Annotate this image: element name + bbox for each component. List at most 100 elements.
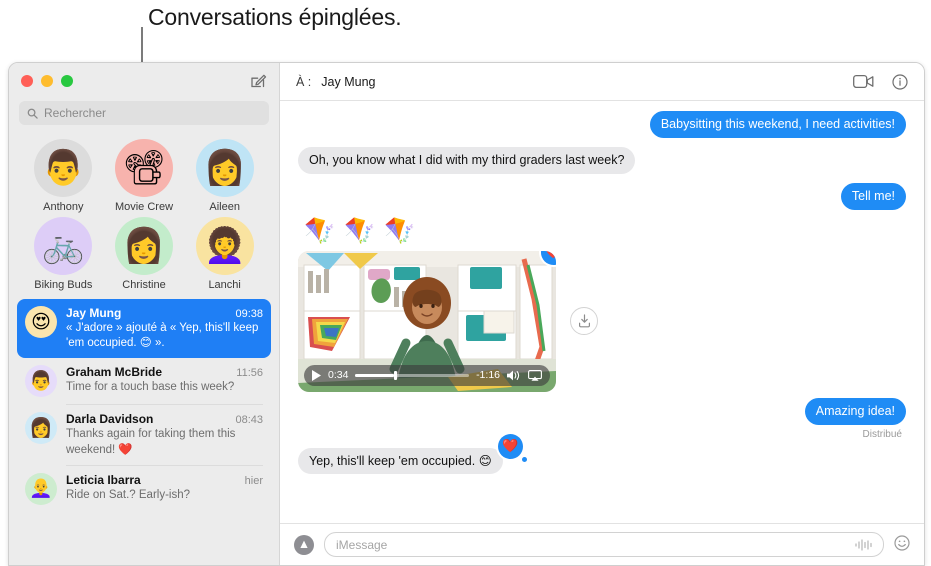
video-scrubber[interactable] xyxy=(355,370,470,380)
pinned-conversation-christine[interactable]: 👩 Christine xyxy=(104,217,185,291)
conversation-timestamp: hier xyxy=(244,474,263,487)
compose-pencil-icon[interactable] xyxy=(249,72,267,90)
message-row: Amazing idea! xyxy=(298,397,911,425)
app-store-icon[interactable] xyxy=(294,534,314,555)
conversation-header-line: Leticia Ibarra hier xyxy=(66,473,263,487)
conversation-preview: Ride on Sat.? Early-ish? xyxy=(66,488,191,501)
conversation-name: Graham McBride xyxy=(66,365,163,380)
message-bubble-outgoing[interactable]: Babysitting this weekend, I need activit… xyxy=(649,111,911,138)
pinned-conversation-anthony[interactable]: 👨 Anthony xyxy=(23,139,104,213)
avatar: 👩 xyxy=(195,139,254,197)
conversation-body: Darla Davidson 08:43 Thanks again for taki… xyxy=(66,412,263,457)
conversation-timestamp: 11:56 xyxy=(236,367,263,380)
avatar: 👨 xyxy=(25,365,57,398)
message-row: Babysitting this weekend, I need activit… xyxy=(298,111,911,138)
kite-emoji-message: 🪁🪁🪁 xyxy=(304,216,425,245)
delivered-status: Distribué xyxy=(862,428,902,440)
thread-body: Babysitting this weekend, I need activit… xyxy=(280,101,924,523)
reply-message-row: Yep, this'll keep 'em occupied. 😊 ❤️ xyxy=(294,433,906,475)
message-bubble-outgoing[interactable]: Tell me! xyxy=(840,182,911,210)
conversation-preview: Time for a touch base this week? xyxy=(66,381,235,394)
messages-window: Rechercher 👨 Anthony 📽 Movie Crew 👩 Aileen 🚲 Bi… xyxy=(8,62,925,566)
messages-bottom-group: Amazing idea! xyxy=(298,397,911,425)
search-icon xyxy=(27,108,38,119)
conversation-timestamp: 08:43 xyxy=(235,414,263,427)
conversation-name: Jay Mung xyxy=(66,306,122,320)
message-bubble-incoming[interactable]: Oh, you know what I did with my third gr… xyxy=(293,146,636,174)
avatar: 👩‍🦲 xyxy=(25,472,57,505)
conversation-timestamp: 09:38 xyxy=(235,308,263,320)
conversation-preview: Thanks again for taking them this weeken… xyxy=(66,428,236,456)
thread-header: À : Jay Mung xyxy=(280,63,924,101)
audio-waveform-icon[interactable] xyxy=(855,538,872,551)
window-titlebar xyxy=(9,63,279,99)
conversation-header-line: Jay Mung 09:38 xyxy=(66,306,263,320)
minimize-window-button[interactable] xyxy=(41,75,53,87)
header-actions xyxy=(853,73,908,90)
avatar: 👩‍🦱 xyxy=(195,217,254,275)
play-icon[interactable] xyxy=(312,369,321,381)
facetime-video-icon[interactable] xyxy=(853,74,874,89)
pinned-conversation-aileen[interactable]: 👩 Aileen xyxy=(184,139,265,213)
pinned-conversation-label: Christine xyxy=(122,279,166,291)
video-controls[interactable]: 0:34 -1:16 xyxy=(304,364,550,386)
pinned-conversation-biking-buds[interactable]: 🚲 Biking Buds xyxy=(23,217,104,291)
imessage-placeholder: iMessage xyxy=(336,537,388,552)
conversation-name: Leticia Ibarra xyxy=(66,472,141,487)
conversation-list: 😍 Jay Mung 09:38 « J'adore » ajouté à « Yep… xyxy=(9,295,279,565)
recipient-name[interactable]: Jay Mung xyxy=(321,75,375,89)
video-remaining-time: -1:16 xyxy=(476,369,500,382)
conversation-header-line: Graham McBride 11:56 xyxy=(66,365,263,379)
imessage-input[interactable]: iMessage xyxy=(324,532,884,557)
thread-pane: À : Jay Mung Babysitting this weekend, I… xyxy=(280,63,924,565)
conversation-header-line: Darla Davidson 08:43 xyxy=(66,412,263,426)
message-row: Oh, you know what I did with my third gr… xyxy=(293,146,906,174)
search-container: Rechercher xyxy=(9,99,279,133)
pinned-conversation-label: Biking Buds xyxy=(34,279,93,291)
avatar: 📽 xyxy=(114,139,173,197)
pinned-conversation-label: Aileen xyxy=(209,201,240,213)
pinned-conversation-label: Anthony xyxy=(43,201,84,213)
airplay-icon[interactable] xyxy=(528,369,542,381)
pinned-conversation-lanchi[interactable]: 👩‍🦱 Lanchi xyxy=(184,217,265,291)
avatar: 👨 xyxy=(34,139,93,197)
emoji-smiley-icon[interactable] xyxy=(894,534,910,555)
tapback-heart-reply[interactable]: ❤️ xyxy=(498,433,527,462)
message-bubble-outgoing[interactable]: Amazing idea! xyxy=(804,397,911,425)
message-row: Tell me! xyxy=(298,182,911,210)
video-attachment[interactable]: 0:34 -1:16 xyxy=(298,250,556,392)
scrubber-fill xyxy=(355,373,395,377)
close-window-button[interactable] xyxy=(21,75,33,87)
scrubber-knob[interactable] xyxy=(394,370,398,380)
pinned-conversation-label: Lanchi xyxy=(208,279,241,291)
conversation-row[interactable]: 👩‍🦲 Leticia Ibarra hier Ride on Sat.? Early… xyxy=(17,466,271,512)
info-icon[interactable] xyxy=(892,73,908,90)
conversation-preview: « J'adore » ajouté à « Yep, this'll keep… xyxy=(66,322,259,350)
conversation-row[interactable]: 👩 Darla Davidson 08:43 Thanks again for tak… xyxy=(17,405,271,464)
conversation-row[interactable]: 😍 Jay Mung 09:38 « J'adore » ajouté à « Yep… xyxy=(17,299,271,359)
volume-icon[interactable] xyxy=(507,370,521,381)
conversation-name: Darla Davidson xyxy=(66,412,154,427)
search-placeholder: Rechercher xyxy=(44,106,107,120)
video-attachment-row: 0:34 -1:16 xyxy=(298,250,906,392)
sidebar: Rechercher 👨 Anthony 📽 Movie Crew 👩 Aileen 🚲 Bi… xyxy=(9,63,280,565)
conversation-body: Jay Mung 09:38 « J'adore » ajouté à « Yep,… xyxy=(66,306,263,351)
message-bubble-incoming[interactable]: Yep, this'll keep 'em occupied. 😊 xyxy=(294,447,503,475)
avatar: 👩 xyxy=(25,412,57,445)
to-label: À : xyxy=(296,74,312,89)
pinned-conversation-label: Movie Crew xyxy=(114,201,174,213)
messages-top-group: Babysitting this weekend, I need activit… xyxy=(293,111,911,210)
conversation-body: Leticia Ibarra hier Ride on Sat.? Early-is… xyxy=(66,473,263,505)
pinned-conversations-grid: 👨 Anthony 📽 Movie Crew 👩 Aileen 🚲 Biking Buds 👩 C… xyxy=(9,133,279,295)
maximize-window-button[interactable] xyxy=(61,75,73,87)
avatar: 🚲 xyxy=(34,217,93,275)
conversation-body: Graham McBride 11:56 Time for a touch base… xyxy=(66,365,263,397)
share-icon[interactable] xyxy=(570,307,598,336)
pinned-conversation-movie-crew[interactable]: 📽 Movie Crew xyxy=(104,139,185,213)
video-elapsed-time: 0:34 xyxy=(328,369,349,382)
avatar: 😍 xyxy=(25,306,57,338)
conversation-row[interactable]: 👨 Graham McBride 11:56 Time for a touch bas… xyxy=(17,358,271,404)
callout-label: Conversations épinglées. xyxy=(148,4,402,30)
search-input[interactable]: Rechercher xyxy=(19,101,269,125)
composer-bar: iMessage xyxy=(280,523,924,565)
